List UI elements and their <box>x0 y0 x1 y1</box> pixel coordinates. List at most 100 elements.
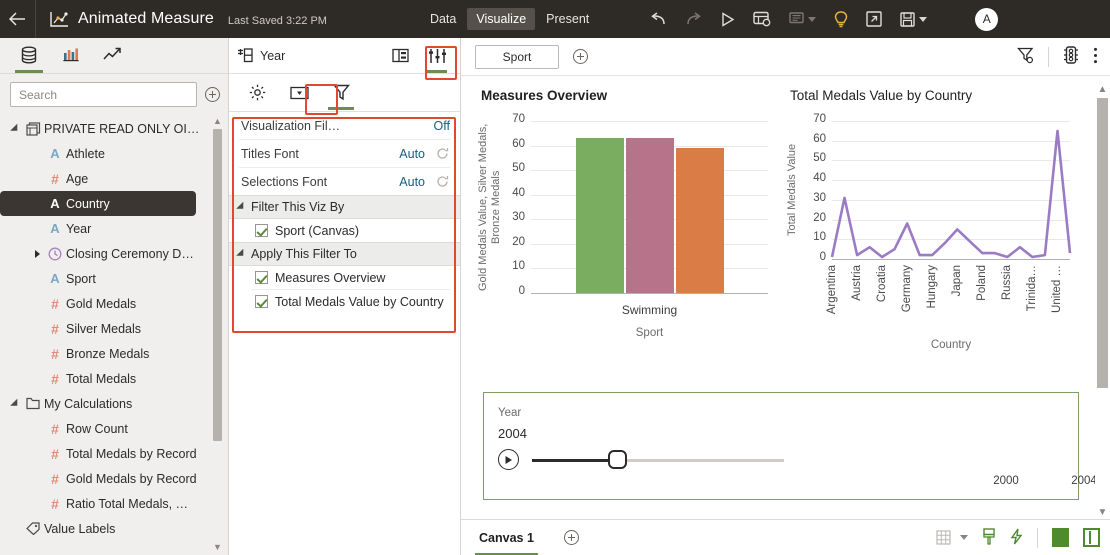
filled-panel-icon[interactable] <box>1052 528 1069 547</box>
analytics-tab[interactable] <box>92 37 134 73</box>
mode-switcher: Data Visualize Present <box>421 8 598 30</box>
chevron-down-icon[interactable] <box>8 123 22 134</box>
selections-font-value[interactable]: Auto <box>399 175 425 189</box>
visualization-filter-row[interactable]: Visualization Fil… Off <box>229 112 460 139</box>
avatar[interactable]: A <box>975 7 999 31</box>
tree-scrollbar[interactable] <box>213 129 222 533</box>
selections-font-reset-icon[interactable] <box>434 175 450 188</box>
tree-item-silver-medals[interactable]: # Silver Medals <box>0 316 228 341</box>
add-dataset-icon[interactable] <box>205 87 220 102</box>
measure-hash-icon: # <box>51 495 59 512</box>
chevron-down-icon <box>236 201 247 213</box>
tree-item-age[interactable]: # Age <box>0 166 228 191</box>
undo-button[interactable] <box>650 11 667 27</box>
line-series-total-medals-value[interactable] <box>784 103 1084 355</box>
bar-chart[interactable]: Gold Medals Value, Silver Medals, Bronze… <box>475 103 778 355</box>
redo-button[interactable] <box>685 11 702 27</box>
refresh-data-button[interactable] <box>753 11 771 27</box>
tree-item-country[interactable]: A Country <box>0 191 196 216</box>
visualization-filter-value[interactable]: Off <box>434 119 450 133</box>
tree-item-gold-medals[interactable]: # Gold Medals <box>0 291 228 316</box>
add-filter-icon[interactable] <box>573 49 588 64</box>
play-animation-button[interactable] <box>498 449 519 470</box>
tree-item-row-count[interactable]: # Row Count <box>0 416 228 441</box>
bar-silver-medals[interactable] <box>625 138 674 293</box>
properties-tabs <box>229 74 460 112</box>
search-input[interactable]: Search <box>10 82 197 107</box>
canvas-tab[interactable] <box>285 78 313 108</box>
tree-item-value-labels[interactable]: Value Labels <box>0 516 228 541</box>
more-options-button[interactable] <box>1093 47 1098 67</box>
chevron-down-icon[interactable] <box>8 398 22 409</box>
run-button[interactable] <box>720 11 735 27</box>
insights-button[interactable] <box>834 10 848 28</box>
tree-item-sport[interactable]: A Sport <box>0 266 228 291</box>
canvas-tab-canvas-1[interactable]: Canvas 1 <box>475 520 538 555</box>
tree-item-ratio-total-medals[interactable]: # Ratio Total Medals, … <box>0 491 228 516</box>
tree-item-bronze-medals[interactable]: # Bronze Medals <box>0 341 228 366</box>
tree-item-athlete[interactable]: A Athlete <box>0 141 228 166</box>
bar-bronze-medals[interactable] <box>675 148 724 293</box>
titles-font-reset-icon[interactable] <box>434 147 450 160</box>
properties-layout-button[interactable] <box>388 43 414 69</box>
checkbox-icon[interactable] <box>255 295 268 308</box>
back-button[interactable] <box>0 0 36 38</box>
grid-layout-button[interactable] <box>936 530 968 545</box>
tree-item-closing-ceremony-d[interactable]: Closing Ceremony D… <box>0 241 228 266</box>
tree-scroll-up-arrow[interactable]: ▲ <box>213 115 222 127</box>
year-slider-thumb[interactable] <box>608 450 627 469</box>
tree-item-my-calculations[interactable]: My Calculations <box>0 391 228 416</box>
paint-brush-icon <box>983 527 995 545</box>
checkbox-icon[interactable] <box>255 271 268 284</box>
filter-chip-sport[interactable]: Sport <box>475 44 559 69</box>
comments-button[interactable] <box>789 12 817 26</box>
tree-item-year[interactable]: A Year <box>0 216 228 241</box>
gridline <box>531 121 768 122</box>
viz-total-medals-by-country[interactable]: Total Medals Value by Country Total Meda… <box>784 82 1087 382</box>
open-external-button[interactable] <box>866 11 882 27</box>
mode-data[interactable]: Data <box>421 8 465 30</box>
line-chart[interactable]: Total Medals Value 0 10 20 30 40 50 60 70 Argenti… <box>784 103 1087 355</box>
viz-year-slider[interactable]: Year 2004 2000 2004 2008 201 <box>483 392 1097 500</box>
canvas-scrollbar[interactable]: ▲ ▼ <box>1095 82 1110 519</box>
canvas-scroll-up-arrow[interactable]: ▲ <box>1097 82 1108 96</box>
bar-gold-medals-value[interactable] <box>575 138 624 293</box>
y-tick-label: 50 <box>512 162 525 175</box>
viz-measures-overview[interactable]: Measures Overview Gold Medals Value, Sil… <box>475 82 778 382</box>
add-canvas-icon[interactable] <box>563 530 579 545</box>
filter-this-viz-by-section[interactable]: Filter This Viz By <box>229 195 460 219</box>
checkbox-icon[interactable] <box>255 224 268 237</box>
tree-item-total-medals[interactable]: # Total Medals <box>0 366 228 391</box>
apply-filter-item-total-medals-value-by-country[interactable]: Total Medals Value by Country <box>229 290 460 313</box>
data-actions-button[interactable] <box>1063 46 1079 67</box>
general-tab[interactable] <box>243 78 271 108</box>
canvas-scroll-down-arrow[interactable]: ▼ <box>1097 505 1108 519</box>
paint-brush-button[interactable] <box>982 527 996 548</box>
titles-font-label: Titles Font <box>241 146 299 161</box>
tree-item-label: Total Medals <box>66 371 137 386</box>
titles-font-value[interactable]: Auto <box>399 147 425 161</box>
tree-item-gold-medals-by-record[interactable]: # Gold Medals by Record <box>0 466 228 491</box>
tree-item-private-read-only-oi[interactable]: PRIVATE READ ONLY OI… <box>0 116 228 141</box>
lightning-button[interactable] <box>1010 528 1023 548</box>
tree-item-total-medals-by-record[interactable]: # Total Medals by Record <box>0 441 228 466</box>
visualizations-tab[interactable] <box>50 37 92 73</box>
save-button[interactable] <box>900 11 928 27</box>
properties-settings-button[interactable] <box>424 43 450 73</box>
mode-visualize[interactable]: Visualize <box>467 8 536 30</box>
apply-this-filter-to-section[interactable]: Apply This Filter To <box>229 242 460 266</box>
gear-icon <box>249 84 265 101</box>
measure-hash-icon: # <box>51 445 59 462</box>
clear-filters-button[interactable] <box>1017 47 1034 67</box>
data-tab[interactable] <box>8 37 50 73</box>
titles-font-row[interactable]: Titles Font Auto <box>229 140 460 167</box>
chevron-right-icon[interactable] <box>30 249 44 258</box>
selections-font-row[interactable]: Selections Font Auto <box>229 168 460 195</box>
canvas-area: Measures Overview Gold Medals Value, Sil… <box>461 76 1110 519</box>
outline-panel-icon[interactable] <box>1083 528 1100 547</box>
mode-present[interactable]: Present <box>537 8 598 30</box>
filter-viz-item-sport-canvas[interactable]: Sport (Canvas) <box>229 219 460 242</box>
filter-tab[interactable] <box>327 78 355 110</box>
tree-scroll-down-arrow[interactable]: ▼ <box>213 541 222 553</box>
apply-filter-item-measures-overview[interactable]: Measures Overview <box>229 266 460 289</box>
